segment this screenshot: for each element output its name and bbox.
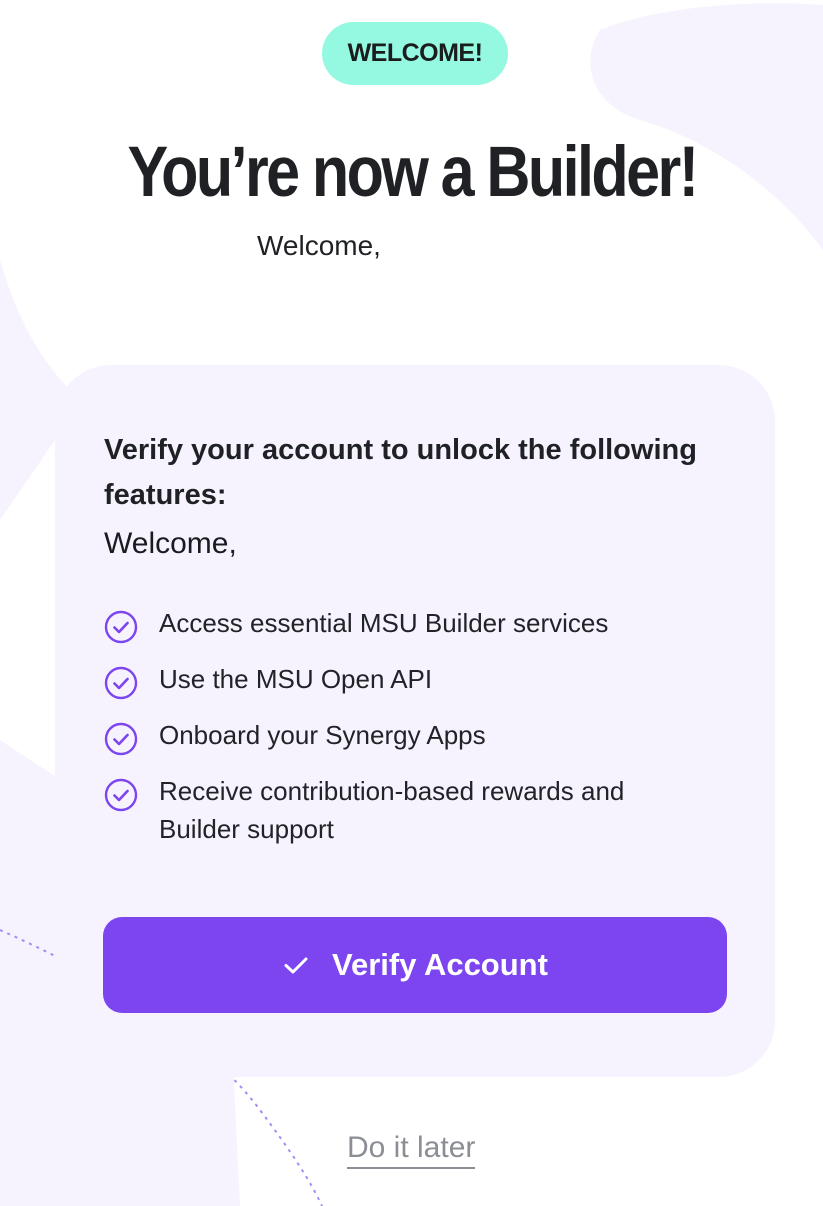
check-circle-icon [104, 610, 138, 644]
feature-item: Use the MSU Open API [104, 660, 704, 700]
check-circle-icon [104, 722, 138, 756]
feature-list: Access essential MSU Builder services Us… [104, 604, 704, 864]
welcome-subtitle: Welcome, [257, 230, 381, 261]
do-it-later-link[interactable]: Do it later [347, 1129, 476, 1169]
check-circle-icon [104, 666, 138, 700]
verify-account-label: Verify Account [332, 947, 548, 982]
feature-item: Access essential MSU Builder services [104, 604, 704, 644]
feature-item: Onboard your Synergy Apps [104, 716, 704, 756]
feature-label: Onboard your Synergy Apps [159, 720, 486, 750]
page-title: You’re now a Builder! [127, 133, 699, 212]
verify-card-welcome: Welcome, [104, 527, 237, 560]
verify-account-button[interactable]: Verify Account [103, 917, 727, 1013]
welcome-badge: WELCOME! [322, 22, 508, 85]
welcome-badge-label: WELCOME! [347, 39, 483, 67]
feature-label: Receive contribution-based rewards and B… [159, 776, 625, 844]
feature-label: Access essential MSU Builder services [159, 608, 609, 638]
check-icon [284, 957, 308, 974]
feature-label: Use the MSU Open API [159, 664, 433, 694]
check-circle-icon [104, 778, 138, 812]
feature-item: Receive contribution-based rewards and B… [104, 772, 704, 848]
verify-card-heading: Verify your account to unlock the follow… [104, 434, 697, 511]
